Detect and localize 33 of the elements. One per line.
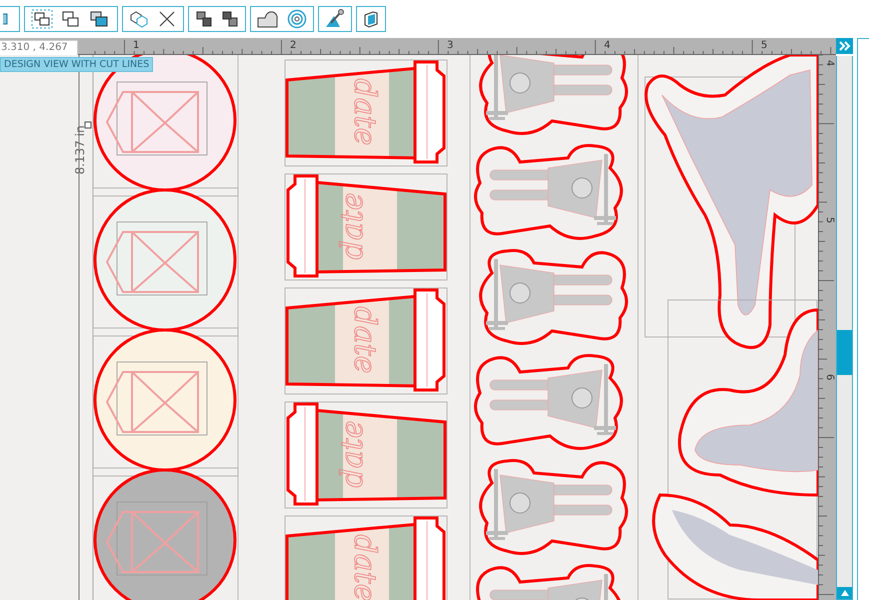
scroll-up-button[interactable] (837, 587, 852, 599)
squares-icon (61, 9, 81, 29)
expand-button[interactable] (836, 38, 853, 54)
stack-icon (195, 10, 213, 28)
knife-icon (325, 9, 345, 29)
ruler-number: 4 (824, 60, 835, 66)
scrollbar-thumb[interactable] (837, 330, 852, 375)
cup-label: date (335, 192, 370, 260)
ruler-number: 2 (290, 40, 296, 51)
concentric-circles-icon (287, 9, 307, 29)
coordinates-field: 3.310 , 4.267 (0, 40, 78, 56)
ruler-number: 3 (447, 40, 454, 51)
ruler-number: 5 (824, 217, 835, 224)
double-chevron-icon (838, 41, 850, 51)
stack-icon (221, 10, 239, 28)
cup-label: date (347, 534, 382, 600)
dimension-label: 8.137 in (73, 125, 87, 175)
cross-icon (157, 9, 177, 29)
cup-label: date (347, 306, 382, 374)
cup-label: date (335, 420, 370, 488)
box-icon (363, 10, 379, 28)
ruler-number: 5 (761, 40, 768, 51)
view-mode-label: DESIGN VIEW WITH CUT LINES (0, 57, 154, 72)
ruler-number: 4 (604, 40, 610, 51)
ruler-number: 6 (824, 374, 835, 380)
scrollbar-track[interactable] (836, 56, 853, 600)
toolbar-button[interactable] (323, 8, 347, 30)
up-arrow-icon (840, 590, 848, 596)
group-icon (31, 9, 53, 29)
ruler-number: 1 (133, 40, 140, 51)
toolbar-button[interactable] (29, 8, 55, 30)
cup-label: date (347, 78, 382, 146)
shape-icon (257, 10, 279, 28)
